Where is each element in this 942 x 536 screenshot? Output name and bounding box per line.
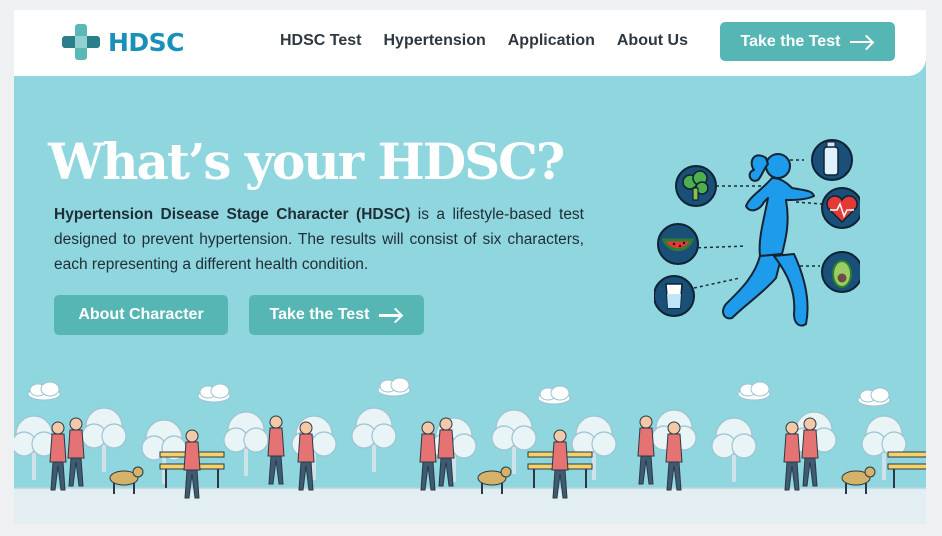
broccoli-icon	[675, 165, 717, 207]
nav-take-test-label: Take the Test	[740, 32, 841, 50]
nav-link-hypertension[interactable]: Hypertension	[384, 32, 486, 50]
about-character-button[interactable]: About Character	[54, 295, 228, 335]
runner-figure	[722, 153, 815, 327]
water-bottle-icon	[811, 139, 853, 181]
nav-link-application[interactable]: Application	[508, 32, 595, 50]
main-nav: HDSC Test Hypertension Application About…	[280, 32, 688, 50]
avocado-icon	[821, 251, 860, 293]
hero-description: Hypertension Disease Stage Character (HD…	[54, 202, 584, 277]
people-group	[49, 415, 926, 499]
nav-link-hdsc-test[interactable]: HDSC Test	[280, 32, 362, 50]
medical-cross-icon	[62, 24, 100, 60]
arrow-right-icon	[850, 35, 874, 49]
water-glass-icon	[654, 275, 695, 317]
navbar: HDSC HDSC Test Hypertension Application …	[14, 10, 926, 76]
clouds	[27, 377, 891, 407]
hero-take-test-label: Take the Test	[269, 306, 370, 323]
watermelon-icon	[657, 223, 699, 265]
hero-description-bold: Hypertension Disease Stage Character (HD…	[54, 206, 411, 223]
arrow-right-icon	[379, 308, 403, 322]
trees	[14, 407, 907, 485]
heartbeat-icon	[821, 187, 860, 229]
runner-illustration	[654, 139, 860, 327]
nav-link-about-us[interactable]: About Us	[617, 32, 688, 50]
hero-take-test-button[interactable]: Take the Test	[249, 295, 424, 335]
brand-name: HDSC	[108, 27, 185, 57]
park-scene-illustration	[14, 377, 926, 524]
about-character-label: About Character	[78, 306, 204, 323]
page-frame: HDSC HDSC Test Hypertension Application …	[14, 10, 926, 524]
brand-logo[interactable]: HDSC	[62, 24, 185, 60]
nav-take-test-button[interactable]: Take the Test	[720, 22, 895, 61]
hero-title: What’s your HDSC?	[48, 132, 565, 191]
